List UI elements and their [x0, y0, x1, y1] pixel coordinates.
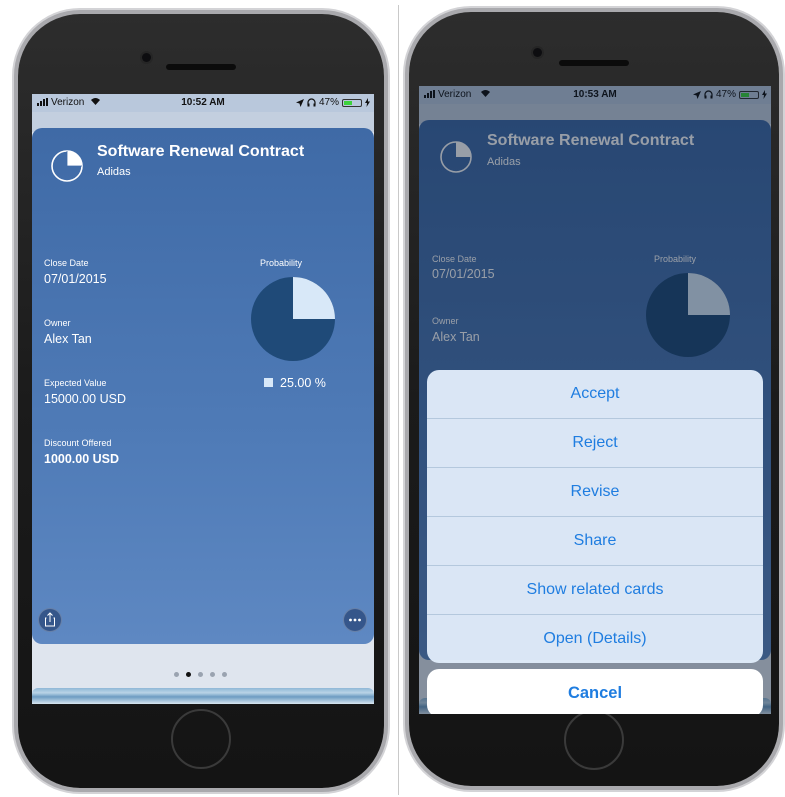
battery-icon	[342, 98, 362, 107]
battery-percent: 47%	[318, 97, 339, 108]
share-icon	[45, 612, 55, 627]
page-dot[interactable]	[210, 672, 215, 677]
field-label-expected-value: Expected Value	[44, 378, 107, 388]
cancel-button[interactable]: Cancel	[427, 669, 763, 714]
phone-right: Verizon 10:53 AM 47% Software Renewal Co…	[409, 12, 779, 786]
field-value-close-date: 07/01/2015	[44, 272, 107, 286]
action-open-details[interactable]: Open (Details)	[427, 615, 763, 663]
field-value-owner: Alex Tan	[44, 332, 92, 346]
front-camera	[142, 53, 151, 62]
pie-chart-icon	[51, 150, 83, 182]
action-accept[interactable]: Accept	[427, 370, 763, 419]
stacked-card[interactable]	[32, 688, 374, 704]
action-share[interactable]: Share	[427, 517, 763, 566]
field-label-discount: Discount Offered	[44, 438, 112, 448]
screenshot-divider	[398, 5, 399, 795]
earpiece	[559, 60, 629, 66]
more-icon	[349, 618, 361, 622]
front-camera	[533, 48, 542, 57]
status-bar: Verizon 10:52 AM 47%	[32, 94, 374, 112]
screen-left: Verizon 10:52 AM 47% Software Renewal Co…	[32, 94, 374, 704]
probability-slice	[293, 277, 335, 319]
phone-left: Verizon 10:52 AM 47% Software Renewal Co…	[18, 14, 384, 788]
page-dot[interactable]	[198, 672, 203, 677]
page-dot[interactable]	[222, 672, 227, 677]
location-icon	[295, 98, 304, 107]
headphones-icon	[307, 98, 316, 107]
field-value-expected-value: 15000.00 USD	[44, 392, 127, 406]
field-label-close-date: Close Date	[44, 258, 89, 268]
probability-label: Probability	[260, 258, 303, 268]
screen-right: Verizon 10:53 AM 47% Software Renewal Co…	[419, 86, 771, 714]
field-label-owner: Owner	[44, 318, 71, 328]
probability-legend: 25.00 %	[280, 376, 326, 390]
page-dot[interactable]	[174, 672, 179, 677]
action-show-related-cards[interactable]: Show related cards	[427, 566, 763, 615]
share-button[interactable]	[38, 608, 62, 632]
field-value-discount: 1000.00 USD	[44, 452, 120, 466]
charging-icon	[365, 98, 370, 107]
action-sheet: Accept Reject Revise Share Show related …	[427, 370, 763, 663]
probability-pie	[251, 277, 335, 361]
more-button[interactable]	[343, 608, 367, 632]
page-dot-active[interactable]	[186, 672, 191, 677]
legend-swatch	[264, 378, 273, 387]
action-reject[interactable]: Reject	[427, 419, 763, 468]
home-button[interactable]	[171, 709, 231, 769]
home-button[interactable]	[564, 710, 624, 770]
earpiece	[166, 64, 236, 70]
opportunity-card[interactable]: Software Renewal Contract Adidas Close D…	[32, 128, 374, 644]
action-revise[interactable]: Revise	[427, 468, 763, 517]
card-subtitle: Adidas	[97, 166, 131, 178]
card-title: Software Renewal Contract	[97, 143, 305, 160]
page-indicator[interactable]	[174, 672, 227, 677]
